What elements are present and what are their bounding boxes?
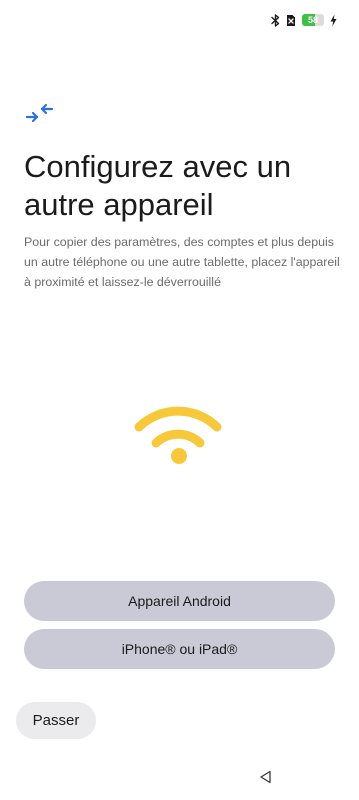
battery-level: 58 [307, 15, 318, 25]
charging-bolt-icon [330, 14, 337, 27]
back-triangle-icon[interactable] [258, 769, 274, 785]
arrows-transfer-icon [25, 103, 55, 125]
battery-icon: 58 [302, 14, 324, 26]
page-description: Pour copier des paramètres, des comptes … [24, 235, 340, 289]
android-device-button[interactable]: Appareil Android [24, 581, 335, 621]
page-title: Configurez avec un autre appareil [24, 149, 292, 222]
iphone-ipad-button[interactable]: iPhone® ou iPad® [24, 629, 335, 669]
wifi-signal-icon [130, 398, 230, 468]
sim-card-no-signal-icon [286, 14, 296, 27]
bluetooth-icon [271, 13, 280, 27]
status-bar: 58 [271, 10, 337, 30]
skip-button[interactable]: Passer [16, 702, 96, 739]
